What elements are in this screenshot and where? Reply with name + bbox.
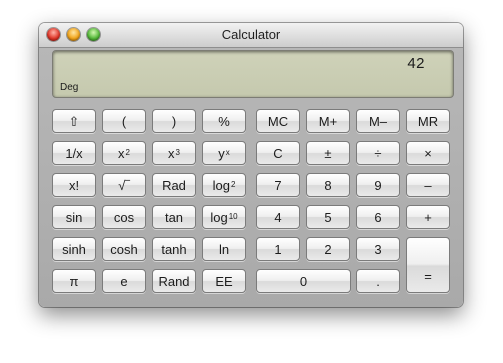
- close-paren-button[interactable]: ): [152, 109, 196, 133]
- angle-mode-indicator: Deg: [60, 82, 79, 93]
- divide-button[interactable]: ÷: [356, 141, 400, 165]
- subtract-button[interactable]: –: [406, 173, 450, 197]
- memory-recall-button[interactable]: MR: [406, 109, 450, 133]
- power-base: y: [218, 145, 225, 161]
- shift-icon: ⇧: [68, 113, 80, 129]
- random-button[interactable]: Rand: [152, 269, 196, 293]
- display-value: 42: [407, 55, 425, 72]
- sin-button[interactable]: sin: [52, 205, 96, 229]
- memory-clear-button[interactable]: MC: [256, 109, 300, 133]
- add-button[interactable]: +: [406, 205, 450, 229]
- digit-1-button[interactable]: 1: [256, 237, 300, 261]
- radians-button[interactable]: Rad: [152, 173, 196, 197]
- reciprocal-button[interactable]: 1/x: [52, 141, 96, 165]
- log2-button[interactable]: log 2: [202, 173, 246, 197]
- cos-button[interactable]: cos: [102, 205, 146, 229]
- window-title: Calculator: [221, 27, 281, 42]
- log2-base: log: [212, 177, 230, 193]
- ln-button[interactable]: ln: [202, 237, 246, 261]
- exponent-entry-button[interactable]: EE: [202, 269, 246, 293]
- tanh-button[interactable]: tanh: [152, 237, 196, 261]
- memory-add-button[interactable]: M+: [306, 109, 350, 133]
- sinh-button[interactable]: sinh: [52, 237, 96, 261]
- euler-button[interactable]: e: [102, 269, 146, 293]
- log10-button[interactable]: log 10: [202, 205, 246, 229]
- memory-subtract-button[interactable]: M–: [356, 109, 400, 133]
- decimal-point-button[interactable]: .: [356, 269, 400, 293]
- square-base: x: [118, 145, 125, 161]
- power-button[interactable]: yx: [202, 141, 246, 165]
- log10-base: log: [210, 209, 228, 225]
- cube-base: x: [168, 145, 175, 161]
- tan-button[interactable]: tan: [152, 205, 196, 229]
- power-exponent: x: [225, 148, 230, 157]
- cube-exponent: 3: [175, 148, 180, 157]
- square-root-button[interactable]: √‾: [102, 173, 146, 197]
- square-exponent: 2: [125, 148, 130, 157]
- digit-7-button[interactable]: 7: [256, 173, 300, 197]
- cube-button[interactable]: x3: [152, 141, 196, 165]
- multiply-button[interactable]: ×: [406, 141, 450, 165]
- title-bar[interactable]: Calculator: [39, 23, 463, 48]
- clear-button[interactable]: C: [256, 141, 300, 165]
- open-paren-button[interactable]: (: [102, 109, 146, 133]
- digit-4-button[interactable]: 4: [256, 205, 300, 229]
- equals-button[interactable]: =: [406, 237, 450, 293]
- log10-subscript: 10: [228, 212, 238, 221]
- digit-6-button[interactable]: 6: [356, 205, 400, 229]
- digit-5-button[interactable]: 5: [306, 205, 350, 229]
- digit-3-button[interactable]: 3: [356, 237, 400, 261]
- shift-button[interactable]: ⇧: [52, 109, 96, 133]
- cosh-button[interactable]: cosh: [102, 237, 146, 261]
- digit-9-button[interactable]: 9: [356, 173, 400, 197]
- display: 42 Deg: [52, 50, 454, 98]
- square-root-icon: √‾: [118, 177, 130, 193]
- square-button[interactable]: x2: [102, 141, 146, 165]
- log2-subscript: 2: [230, 180, 236, 189]
- digit-8-button[interactable]: 8: [306, 173, 350, 197]
- percent-button[interactable]: %: [202, 109, 246, 133]
- digit-2-button[interactable]: 2: [306, 237, 350, 261]
- pi-button[interactable]: π: [52, 269, 96, 293]
- plus-minus-button[interactable]: ±: [306, 141, 350, 165]
- digit-0-button[interactable]: 0: [256, 269, 351, 293]
- factorial-button[interactable]: x!: [52, 173, 96, 197]
- calculator-window: Calculator 42 Deg ⇧ ( ) % MC M+ M– MR 1/…: [39, 23, 463, 307]
